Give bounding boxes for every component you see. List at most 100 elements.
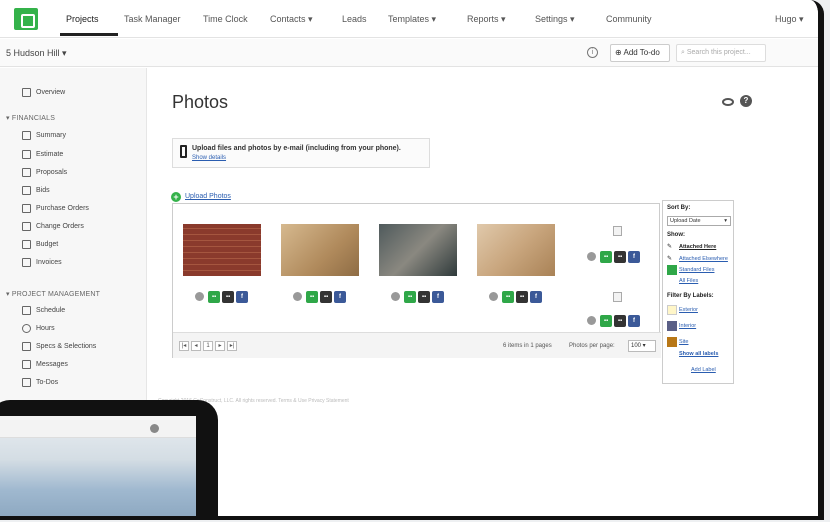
photo-actions: ▪▪ ▪▪ f [489, 288, 544, 303]
change-orders-icon [22, 222, 31, 231]
show-all-labels-link[interactable]: Show all labels [679, 351, 718, 357]
last-page-button[interactable]: ▸| [227, 341, 237, 351]
tag-icon[interactable]: ▪▪ [502, 290, 514, 303]
broken-image-icon[interactable] [613, 226, 622, 236]
nav-leads[interactable]: Leads [342, 14, 367, 24]
gear-icon[interactable] [391, 292, 400, 302]
edit-icon[interactable]: ▪▪ [418, 290, 430, 303]
sort-select[interactable]: Upload Date ▾ [667, 216, 731, 226]
nav-reports[interactable]: Reports ▾ [467, 14, 506, 25]
label-exterior-link[interactable]: Exterior [679, 307, 698, 313]
specs-icon [22, 342, 31, 351]
nav-task-manager[interactable]: Task Manager [124, 14, 181, 24]
sidebar-item-proposals[interactable]: Proposals [36, 169, 67, 176]
tag-icon[interactable]: ▪▪ [208, 290, 220, 303]
photo-thumbnail[interactable] [379, 224, 457, 276]
app-logo[interactable] [14, 8, 38, 30]
financials-heading[interactable]: ▾ FINANCIALS [6, 114, 55, 122]
sidebar-item-summary[interactable]: Summary [36, 132, 66, 139]
nav-templates[interactable]: Templates ▾ [388, 14, 436, 25]
page-number[interactable]: 1 [203, 341, 213, 351]
show-details-link[interactable]: Show details [192, 155, 226, 161]
attached-here-link[interactable]: Attached Here [679, 244, 716, 250]
gear-icon[interactable] [587, 316, 596, 326]
gear-icon[interactable] [489, 292, 498, 302]
upload-photos-link[interactable]: Upload Photos [185, 193, 231, 200]
nav-contacts[interactable]: Contacts ▾ [270, 14, 313, 25]
sidebar-item-budget[interactable]: Budget [36, 241, 58, 248]
show-label: Show: [667, 232, 685, 238]
chevron-down-icon: ▾ [724, 218, 727, 224]
all-files-link[interactable]: All Files [679, 278, 698, 284]
facebook-icon[interactable]: f [628, 314, 640, 327]
edit-icon[interactable]: ▪▪ [320, 290, 332, 303]
nav-community[interactable]: Community [606, 14, 652, 24]
user-menu[interactable]: Hugo ▾ [775, 14, 804, 25]
project-management-heading[interactable]: ▾ PROJECT MANAGEMENT [6, 290, 100, 298]
per-page-label: Photos per page: [569, 343, 615, 349]
sidebar-item-overview[interactable]: Overview [36, 89, 65, 96]
gear-icon[interactable] [587, 252, 596, 262]
photo-thumbnail[interactable] [281, 224, 359, 276]
sidebar-item-purchase-orders[interactable]: Purchase Orders [36, 205, 89, 212]
facebook-icon[interactable]: f [628, 250, 640, 263]
standard-files-link[interactable]: Standard Files [679, 267, 714, 273]
page-title: Photos [172, 92, 229, 112]
tag-icon[interactable]: ▪▪ [306, 290, 318, 303]
gear-icon[interactable] [195, 292, 204, 302]
edit-icon[interactable]: ▪▪ [516, 290, 528, 303]
edit-icon[interactable]: ▪▪ [614, 314, 626, 327]
facebook-icon[interactable]: f [334, 290, 346, 303]
app-window: Projects Task Manager Time Clock Contact… [0, 0, 824, 520]
photo-actions: ▪▪ ▪▪ f [587, 312, 642, 327]
overview-icon [22, 88, 31, 97]
per-page-select[interactable]: 100 ▾ [628, 340, 656, 352]
eye-icon[interactable] [722, 98, 734, 106]
edit-icon[interactable]: ▪▪ [222, 290, 234, 303]
nav-settings[interactable]: Settings ▾ [535, 14, 575, 25]
facebook-icon[interactable]: f [432, 290, 444, 303]
help-icon[interactable]: ? [740, 95, 752, 107]
sidebar-item-change-orders[interactable]: Change Orders [36, 223, 84, 230]
first-page-button[interactable]: |◂ [179, 341, 189, 351]
estimate-icon [22, 150, 31, 159]
sidebar-item-bids[interactable]: Bids [36, 187, 50, 194]
photo-thumbnail[interactable] [183, 224, 261, 276]
project-bar: 5 Hudson Hill ▾ i ⊕ Add To-do ⌕ Search t… [0, 39, 818, 67]
photo-actions: ▪▪ ▪▪ f [195, 288, 250, 303]
info-icon[interactable]: i [587, 47, 598, 58]
proposals-icon [22, 168, 31, 177]
messages-icon [22, 360, 31, 369]
sidebar-item-messages[interactable]: Messages [36, 361, 68, 368]
email-upload-text: Upload files and photos by e-mail (inclu… [192, 145, 401, 152]
next-page-button[interactable]: ▸ [215, 341, 225, 351]
sidebar-item-schedule[interactable]: Schedule [36, 307, 65, 314]
sidebar-item-specs-selections[interactable]: Specs & Selections [36, 343, 96, 350]
tag-icon[interactable]: ▪▪ [600, 314, 612, 327]
add-todo-button[interactable]: ⊕ Add To-do [610, 44, 670, 62]
prev-page-button[interactable]: ◂ [191, 341, 201, 351]
plus-icon[interactable]: + [171, 192, 181, 202]
gear-icon[interactable] [293, 292, 302, 302]
broken-image-icon[interactable] [613, 292, 622, 302]
label-site-link[interactable]: Site [679, 339, 688, 345]
facebook-icon[interactable]: f [530, 290, 542, 303]
label-interior-link[interactable]: Interior [679, 323, 696, 329]
nav-time-clock[interactable]: Time Clock [203, 14, 248, 24]
facebook-icon[interactable]: f [236, 290, 248, 303]
sidebar-item-hours[interactable]: Hours [36, 325, 55, 332]
sidebar-item-estimate[interactable]: Estimate [36, 151, 63, 158]
edit-icon[interactable]: ▪▪ [614, 250, 626, 263]
add-label-link[interactable]: Add Label [691, 367, 716, 373]
tag-icon[interactable]: ▪▪ [600, 250, 612, 263]
budget-icon [22, 240, 31, 249]
sidebar-item-invoices[interactable]: Invoices [36, 259, 62, 266]
photo-thumbnail[interactable] [477, 224, 555, 276]
nav-projects[interactable]: Projects [66, 14, 99, 24]
project-selector[interactable]: 5 Hudson Hill ▾ [6, 48, 67, 59]
sidebar-item-todos[interactable]: To-Dos [36, 379, 58, 386]
attached-elsewhere-link[interactable]: Attached Elsewhere [679, 256, 728, 262]
email-upload-box: Upload files and photos by e-mail (inclu… [172, 138, 430, 168]
tag-icon[interactable]: ▪▪ [404, 290, 416, 303]
search-input[interactable]: ⌕ Search this project... [676, 44, 766, 62]
